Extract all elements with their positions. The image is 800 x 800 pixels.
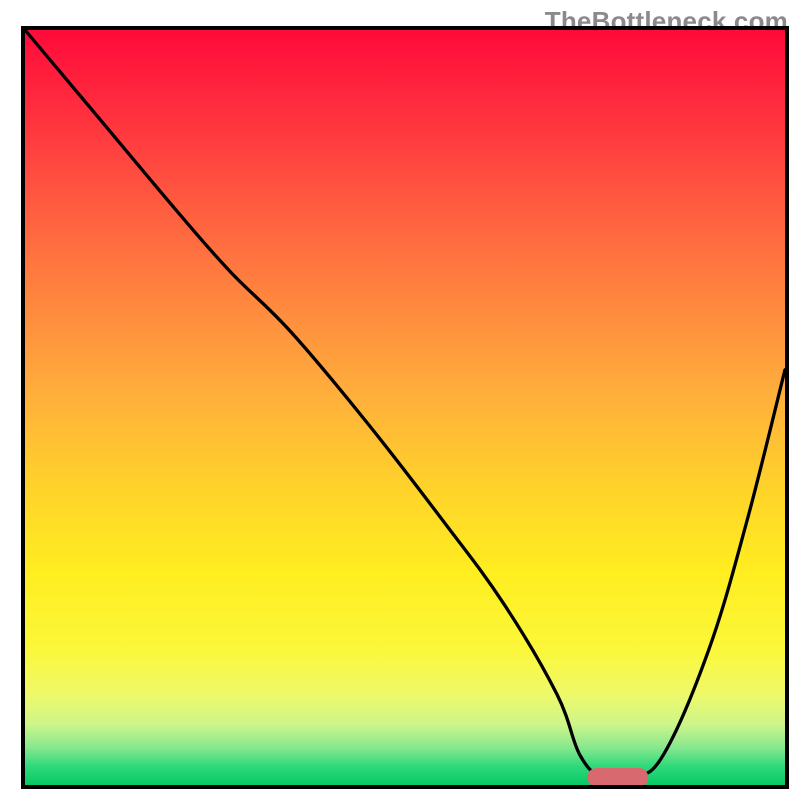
optimum-marker <box>587 768 648 787</box>
chart-svg <box>0 0 800 800</box>
chart-container: TheBottleneck.com <box>0 0 800 800</box>
chart-background <box>25 30 785 785</box>
